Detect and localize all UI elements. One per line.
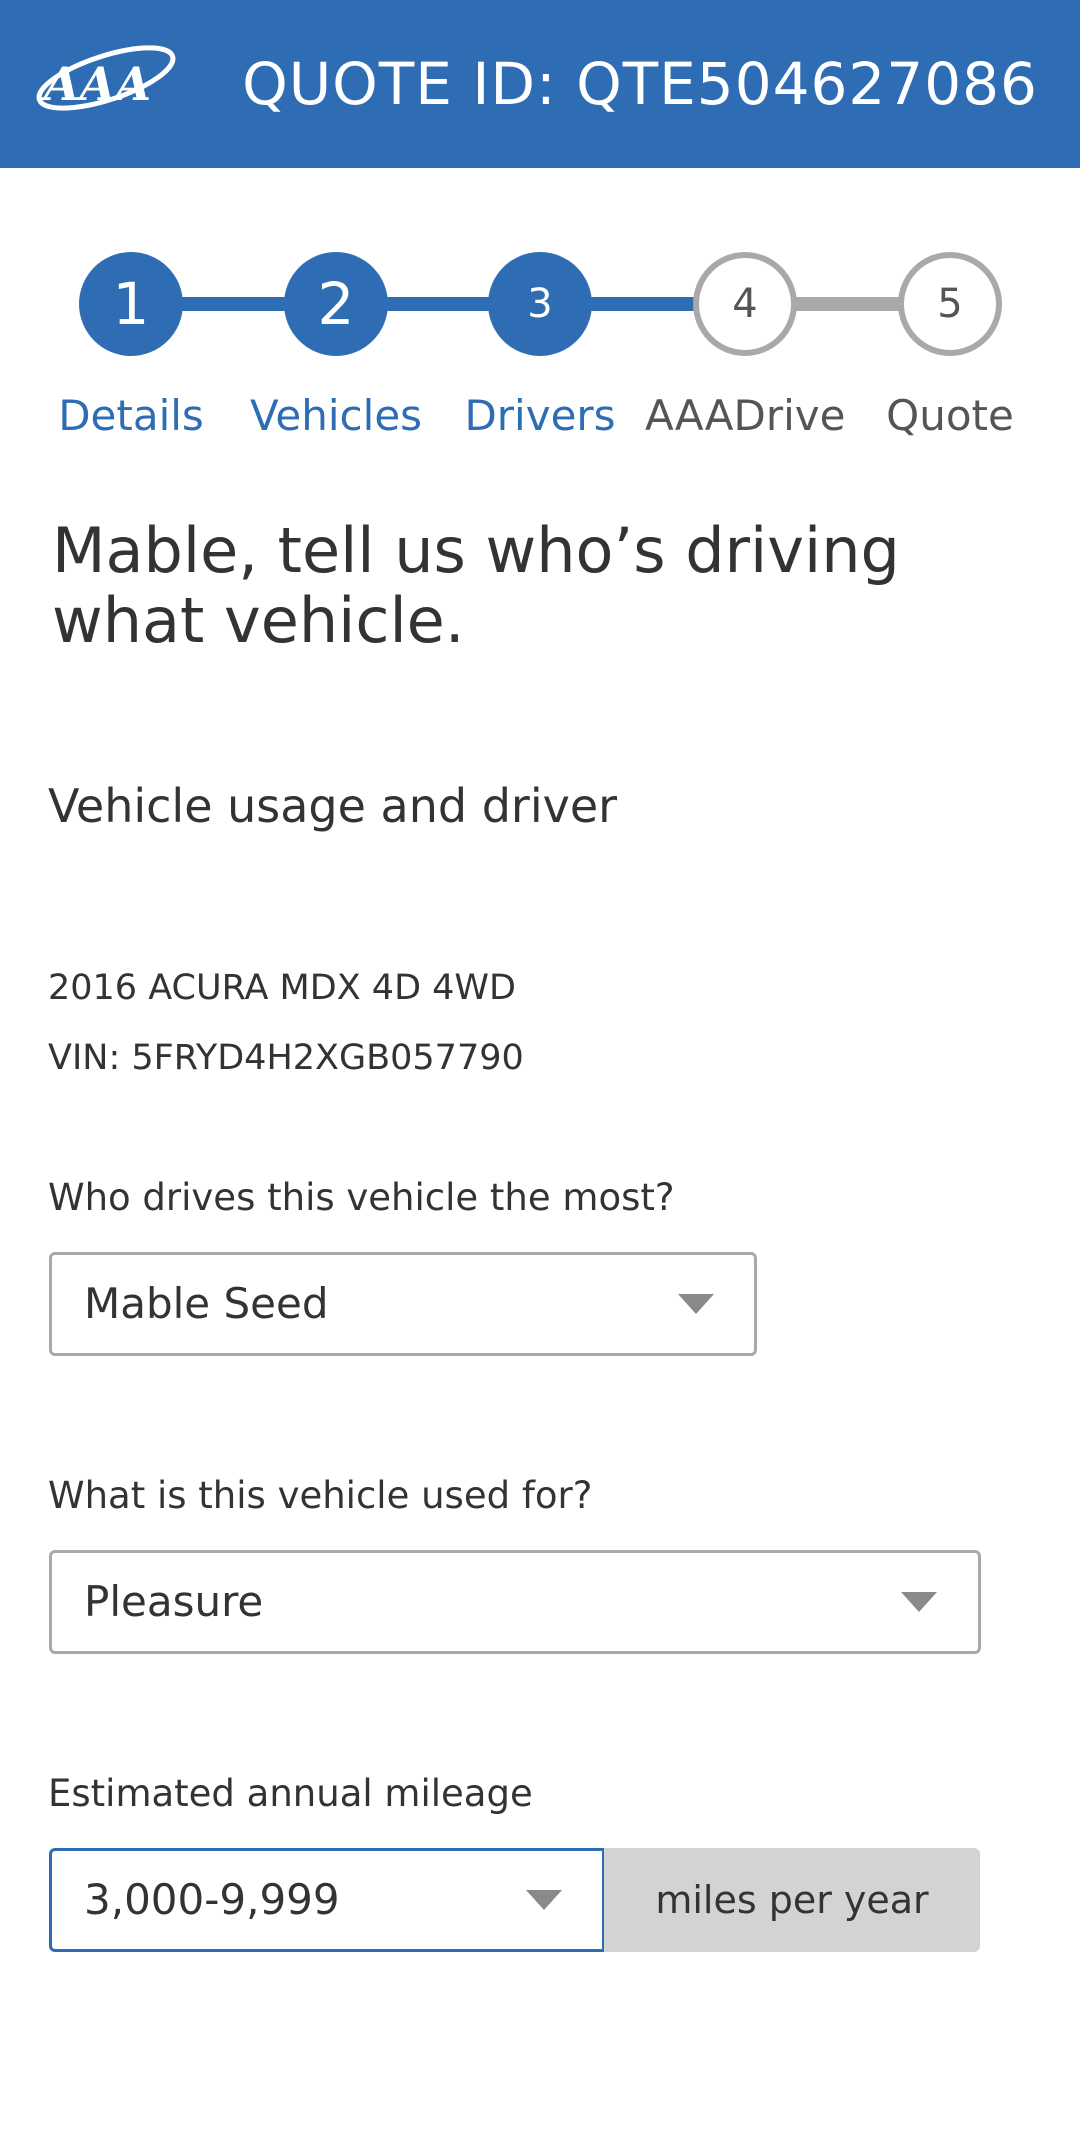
aaa-logo[interactable]: AAA (30, 38, 178, 128)
vehicle-name: 2016 ACURA MDX 4D 4WD (48, 968, 516, 1008)
chevron-down-icon (901, 1592, 937, 1612)
section-title: Vehicle usage and driver (48, 779, 618, 833)
primary-driver-label: Who drives this vehicle the most? (48, 1176, 675, 1219)
step-5-label: Quote (886, 391, 1014, 440)
step-4-circle: 4 (693, 252, 797, 356)
primary-driver-select[interactable]: Mable Seed (49, 1252, 757, 1356)
annual-mileage-label: Estimated annual mileage (48, 1772, 533, 1815)
svg-text:AAA: AAA (40, 57, 151, 111)
app-header: AAA QUOTE ID: QTE504627086 (0, 0, 1080, 168)
primary-driver-value: Mable Seed (84, 1279, 329, 1328)
step-2-circle[interactable]: 2 (284, 252, 388, 356)
page-headline: Mable, tell us who’s driving what vehicl… (52, 514, 900, 657)
annual-mileage-value: 3,000-9,999 (84, 1875, 340, 1924)
step-2-label[interactable]: Vehicles (236, 386, 436, 446)
step-3-label: Drivers (464, 391, 616, 440)
vehicle-vin: VIN: 5FRYD4H2XGB057790 (48, 1038, 524, 1078)
vehicle-use-select[interactable]: Pleasure (49, 1550, 981, 1654)
vehicle-use-label: What is this vehicle used for? (48, 1474, 593, 1517)
step-4-label: AAADrive (645, 391, 846, 440)
step-3-circle: 3 (488, 252, 592, 356)
quote-id: QUOTE ID: QTE504627086 (242, 50, 1038, 118)
step-1-circle[interactable]: 1 (79, 252, 183, 356)
step-1-label[interactable]: Details (31, 386, 231, 446)
mileage-unit-addon: miles per year (604, 1848, 980, 1952)
annual-mileage-select[interactable]: 3,000-9,999 (49, 1848, 605, 1952)
step-5-circle: 5 (898, 252, 1002, 356)
chevron-down-icon (678, 1294, 714, 1314)
vehicle-use-value: Pleasure (84, 1577, 264, 1626)
chevron-down-icon (526, 1890, 562, 1910)
